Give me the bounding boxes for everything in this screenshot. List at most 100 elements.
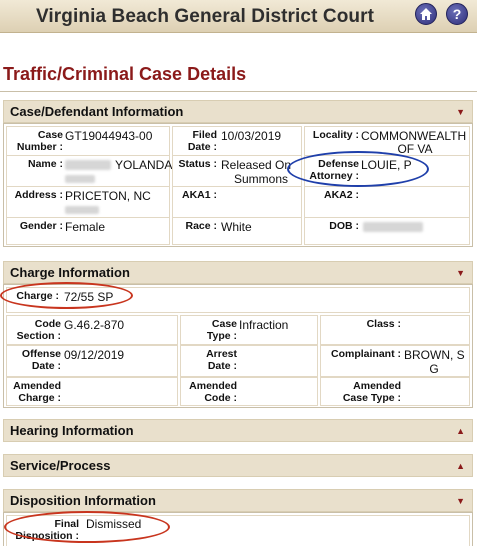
address-label: Address :: [14, 189, 63, 201]
defense-label-line1: Defense: [318, 158, 359, 170]
triangle-down-icon[interactable]: ▼: [456, 496, 465, 506]
aka2-label: AKA2 :: [323, 189, 359, 201]
final-disposition-cell: Final Disposition : Dismissed: [6, 515, 470, 546]
section-title: Hearing Information: [10, 423, 134, 438]
address-value: PRICETON, NC: [65, 189, 151, 203]
locality-value-line2: OF VA: [397, 142, 433, 156]
charge-cell: Charge : 72/55 SP: [6, 287, 470, 313]
disposition-info-table: Final Disposition : Dismissed: [3, 512, 473, 546]
home-icon: [420, 8, 432, 20]
case-type-label-line2: Type :: [206, 330, 237, 342]
status-cell: Status : Released On Summons: [172, 155, 302, 188]
class-cell: Class :: [320, 315, 470, 345]
complainant-value-line2: G: [429, 362, 439, 376]
status-value-line1: Released On: [221, 158, 292, 172]
triangle-down-icon[interactable]: ▼: [456, 107, 465, 117]
complainant-value-line1: BROWN, S: [404, 348, 465, 362]
case-number-cell: Case Number : GT19044943-00: [6, 126, 170, 157]
locality-cell: Locality : COMMONWEALTH OF VA: [304, 126, 470, 157]
amended-case-type-label-line2: Case Type :: [342, 392, 401, 404]
help-button[interactable]: ?: [446, 3, 468, 25]
disposition-label: Disposition :: [15, 530, 79, 542]
code-label-line1: Code: [34, 318, 61, 330]
aka1-label: AKA1 :: [181, 189, 217, 201]
section-header-service[interactable]: Service/Process ▲: [3, 454, 473, 477]
offense-label-line1: Offense: [21, 348, 61, 360]
race-label: Race :: [185, 220, 217, 232]
gender-value: Female: [65, 220, 106, 234]
amended-code-cell: Amended Code :: [180, 377, 318, 406]
class-label: Class :: [366, 318, 401, 330]
offense-label-line2: Date :: [31, 360, 61, 372]
divider: [0, 91, 477, 92]
code-label-line2: Section :: [16, 330, 61, 342]
section-title: Charge Information: [10, 265, 130, 280]
section-header-disposition[interactable]: Disposition Information ▼: [3, 489, 473, 512]
top-bar: Virginia Beach General District Court ?: [0, 0, 477, 33]
code-section-value: G.46.2-870: [64, 318, 125, 332]
race-cell: Race : White: [172, 217, 302, 245]
defense-label-line2: Attorney :: [309, 170, 359, 182]
gender-label: Gender :: [19, 220, 63, 232]
home-button[interactable]: [415, 3, 437, 25]
filed-date-cell: Filed Date : 10/03/2019: [172, 126, 302, 157]
case-number-label: Case Number :: [16, 129, 63, 153]
arrest-label-line2: Date :: [207, 360, 237, 372]
defense-attorney-value: LOUIE, P: [361, 158, 412, 172]
amended-charge-label-line2: Charge :: [18, 392, 61, 404]
dob-label: DOB :: [329, 220, 359, 232]
locality-value-line1: COMMONWEALTH: [361, 129, 467, 143]
name-label: Name :: [27, 158, 63, 170]
dob-cell: DOB :: [304, 217, 470, 245]
redacted-text: [65, 206, 99, 214]
charge-value: 72/55 SP: [64, 290, 114, 304]
offense-date-value: 09/12/2019: [64, 348, 125, 362]
name-cell: Name : YOLANDA: [6, 155, 173, 188]
triangle-down-icon[interactable]: ▼: [456, 268, 465, 278]
amended-charge-label-line1: Amended: [13, 380, 61, 392]
charge-label: Charge :: [16, 290, 59, 302]
arrest-label-line1: Arrest: [206, 348, 237, 360]
race-value: White: [221, 220, 252, 234]
section-header-hearing[interactable]: Hearing Information ▲: [3, 419, 473, 442]
triangle-up-icon[interactable]: ▲: [456, 426, 465, 436]
amended-code-label-line2: Code :: [204, 392, 237, 404]
filed-date-label: Filed Date :: [187, 129, 217, 153]
help-icon: ?: [452, 6, 462, 22]
charge-info-table: Charge : 72/55 SP Code Section : G.46.2-…: [3, 284, 473, 408]
section-title: Case/Defendant Information: [10, 104, 184, 119]
name-value: YOLANDA: [115, 158, 173, 172]
page-title: Traffic/Criminal Case Details: [3, 64, 247, 84]
case-info-table: Case Number : GT19044943-00 Filed Date :…: [3, 123, 473, 247]
gender-cell: Gender : Female: [6, 217, 170, 245]
section-header-charge[interactable]: Charge Information ▼: [3, 261, 473, 284]
triangle-up-icon[interactable]: ▲: [456, 461, 465, 471]
offense-date-cell: Offense Date : 09/12/2019: [6, 345, 178, 377]
court-title: Virginia Beach General District Court: [36, 6, 375, 27]
filed-date-value: 10/03/2019: [221, 129, 282, 143]
aka1-cell: AKA1 :: [172, 186, 302, 219]
complainant-label: Complainant :: [331, 348, 401, 360]
redacted-text: [363, 222, 423, 232]
redacted-text: [65, 160, 111, 170]
final-disposition-value: Dismissed: [86, 517, 142, 531]
aka2-cell: AKA2 :: [304, 186, 470, 219]
case-type-label-line1: Case: [211, 318, 237, 330]
amended-charge-cell: Amended Charge :: [6, 377, 178, 406]
amended-case-type-cell: Amended Case Type :: [320, 377, 470, 406]
address-cell: Address : PRICETON, NC: [6, 186, 170, 219]
arrest-date-cell: Arrest Date :: [180, 345, 318, 377]
final-label: Final: [54, 518, 79, 530]
amended-case-type-label-line1: Amended: [353, 380, 401, 392]
case-type-value: Infraction: [239, 318, 289, 332]
status-value-line2: Summons: [233, 172, 289, 186]
section-title: Service/Process: [10, 458, 111, 473]
case-number-value: GT19044943-00: [65, 129, 153, 143]
defense-attorney-cell: Defense Attorney : LOUIE, P: [304, 155, 470, 188]
complainant-cell: Complainant : BROWN, S G: [320, 345, 470, 377]
code-section-cell: Code Section : G.46.2-870: [6, 315, 178, 345]
amended-code-label-line1: Amended: [189, 380, 237, 392]
case-type-cell: Case Type : Infraction: [180, 315, 318, 345]
status-label: Status :: [178, 158, 217, 170]
section-header-case[interactable]: Case/Defendant Information ▼: [3, 100, 473, 123]
